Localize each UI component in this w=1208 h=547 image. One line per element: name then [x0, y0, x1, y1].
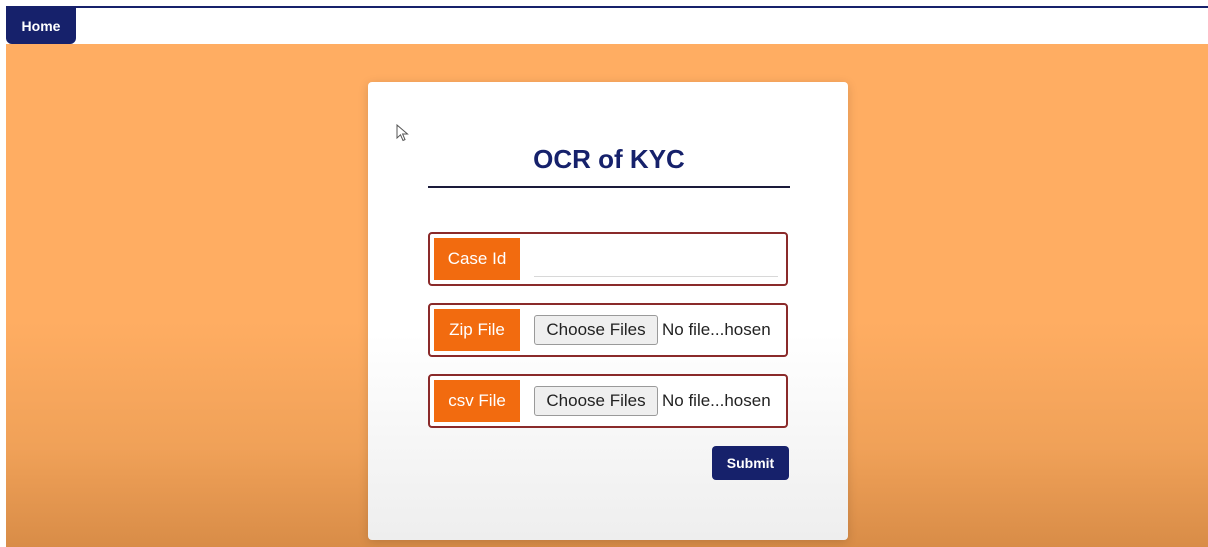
mouse-pointer-icon [396, 124, 409, 142]
csv-file-label: csv File [434, 380, 520, 422]
csv-file-status: No file...hosen [662, 391, 771, 410]
csv-file-choose-button[interactable]: Choose Files [534, 386, 658, 416]
home-button[interactable]: Home [6, 8, 76, 44]
navbar: Home [6, 8, 1208, 44]
case-id-label: Case Id [434, 238, 520, 280]
page-title: OCR of KYC [533, 144, 685, 174]
case-id-row: Case Id [428, 232, 788, 286]
zip-file-row: Zip File Choose Files No file...hosen [428, 303, 788, 357]
submit-button[interactable]: Submit [712, 446, 789, 480]
zip-file-status: No file...hosen [662, 320, 771, 339]
zip-file-label: Zip File [434, 309, 520, 351]
title-divider [428, 186, 790, 188]
page-background: OCR of KYC Case Id Zip File Choose Files… [6, 44, 1208, 547]
kyc-form-card: OCR of KYC Case Id Zip File Choose Files… [368, 82, 848, 540]
csv-file-row: csv File Choose Files No file...hosen [428, 374, 788, 428]
app-frame: Home OCR of KYC Case Id Zip File Choose … [6, 6, 1208, 547]
zip-file-choose-button[interactable]: Choose Files [534, 315, 658, 345]
case-id-input[interactable] [534, 242, 778, 277]
